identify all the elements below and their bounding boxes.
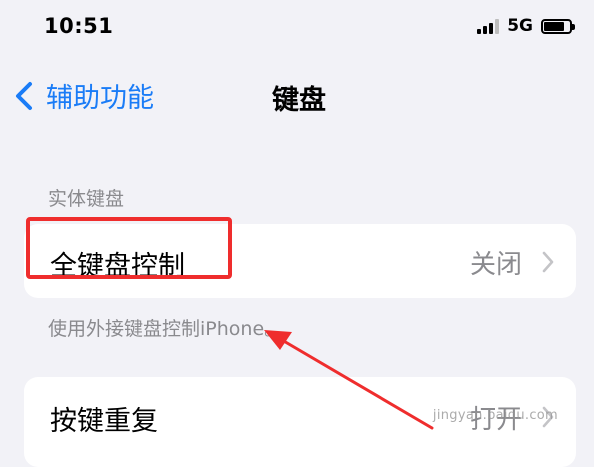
back-button-label: 辅助功能 bbox=[46, 83, 154, 114]
navigation-bar: 辅助功能 键盘 bbox=[0, 70, 594, 120]
chevron-right-icon bbox=[542, 251, 554, 273]
status-time: 10:51 bbox=[44, 14, 114, 38]
status-bar: 10:51 5G bbox=[0, 0, 594, 56]
watermark: jingyan.baidu.com bbox=[432, 408, 558, 423]
section-header-physical-keyboard: 实体键盘 bbox=[48, 188, 125, 210]
chevron-left-icon bbox=[16, 81, 32, 110]
back-button[interactable]: 辅助功能 bbox=[10, 76, 154, 115]
full-keyboard-control-value: 关闭 bbox=[469, 250, 522, 280]
annotation-highlight-box bbox=[26, 217, 232, 279]
signal-icon bbox=[477, 18, 500, 34]
status-indicators: 5G bbox=[477, 16, 575, 36]
key-repeat-label: 按键重复 bbox=[50, 406, 158, 437]
page-title: 键盘 bbox=[272, 85, 326, 116]
battery-icon bbox=[541, 18, 575, 34]
section-footer-note: 使用外接键盘控制iPhone。 bbox=[48, 318, 284, 340]
network-label: 5G bbox=[507, 16, 533, 36]
